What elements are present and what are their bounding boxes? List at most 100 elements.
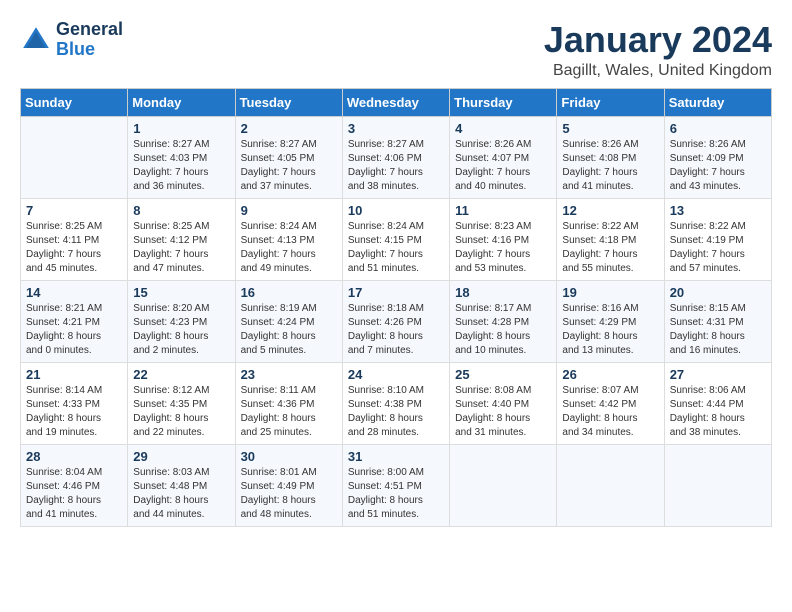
day-number: 22 [133, 367, 229, 382]
calendar-cell [21, 116, 128, 198]
day-number: 14 [26, 285, 122, 300]
calendar-title: January 2024 [544, 20, 772, 60]
day-info: Sunrise: 8:11 AM Sunset: 4:36 PM Dayligh… [241, 384, 337, 440]
calendar-cell: 5 Sunrise: 8:26 AM Sunset: 4:08 PM Daylig… [557, 116, 664, 198]
calendar-cell: 18 Sunrise: 8:17 AM Sunset: 4:28 PM Dayli… [450, 280, 557, 362]
day-info: Sunrise: 8:24 AM Sunset: 4:13 PM Dayligh… [241, 220, 337, 276]
day-number: 2 [241, 121, 337, 136]
day-number: 6 [670, 121, 766, 136]
calendar-cell: 25 Sunrise: 8:08 AM Sunset: 4:40 PM Dayli… [450, 362, 557, 444]
calendar-cell: 15Sunrise: 8:20 AM Sunset: 4:23 PM Dayli… [128, 280, 235, 362]
calendar-cell: 31Sunrise: 8:00 AM Sunset: 4:51 PM Dayli… [342, 444, 449, 526]
title-block: January 2024 Bagillt, Wales, United King… [544, 20, 772, 80]
calendar-week-3: 14 Sunrise: 8:21 AM Sunset: 4:21 PM Dayli… [21, 280, 772, 362]
day-number: 5 [562, 121, 658, 136]
day-number: 30 [241, 449, 337, 464]
calendar-cell: 26 Sunrise: 8:07 AM Sunset: 4:42 PM Dayli… [557, 362, 664, 444]
day-info: Sunrise: 8:10 AM Sunset: 4:38 PM Dayligh… [348, 384, 444, 440]
header-day-friday: Friday [557, 88, 664, 116]
day-info: Sunrise: 8:03 AM Sunset: 4:48 PM Dayligh… [133, 466, 229, 522]
calendar-body: 1Sunrise: 8:27 AM Sunset: 4:03 PM Daylig… [21, 116, 772, 526]
logo-line2: Blue [56, 40, 123, 60]
calendar-cell: 10 Sunrise: 8:24 AM Sunset: 4:15 PM Dayli… [342, 198, 449, 280]
calendar-cell: 12 Sunrise: 8:22 AM Sunset: 4:18 PM Dayli… [557, 198, 664, 280]
day-info: Sunrise: 8:07 AM Sunset: 4:42 PM Dayligh… [562, 384, 658, 440]
day-info: Sunrise: 8:18 AM Sunset: 4:26 PM Dayligh… [348, 302, 444, 358]
day-info: Sunrise: 8:08 AM Sunset: 4:40 PM Dayligh… [455, 384, 551, 440]
day-info: Sunrise: 8:25 AM Sunset: 4:12 PM Dayligh… [133, 220, 229, 276]
day-info: Sunrise: 8:26 AM Sunset: 4:09 PM Dayligh… [670, 138, 766, 194]
day-number: 24 [348, 367, 444, 382]
day-number: 7 [26, 203, 122, 218]
calendar-week-2: 7 Sunrise: 8:25 AM Sunset: 4:11 PM Daylig… [21, 198, 772, 280]
day-info: Sunrise: 8:22 AM Sunset: 4:18 PM Dayligh… [562, 220, 658, 276]
day-info: Sunrise: 8:04 AM Sunset: 4:46 PM Dayligh… [26, 466, 122, 522]
header-day-thursday: Thursday [450, 88, 557, 116]
logo-icon [20, 24, 52, 56]
calendar-cell: 8 Sunrise: 8:25 AM Sunset: 4:12 PM Daylig… [128, 198, 235, 280]
day-number: 3 [348, 121, 444, 136]
calendar-cell [450, 444, 557, 526]
calendar-cell: 13 Sunrise: 8:22 AM Sunset: 4:19 PM Dayli… [664, 198, 771, 280]
header-row: SundayMondayTuesdayWednesdayThursdayFrid… [21, 88, 772, 116]
calendar-week-1: 1Sunrise: 8:27 AM Sunset: 4:03 PM Daylig… [21, 116, 772, 198]
day-number: 20 [670, 285, 766, 300]
day-info: Sunrise: 8:23 AM Sunset: 4:16 PM Dayligh… [455, 220, 551, 276]
header-day-saturday: Saturday [664, 88, 771, 116]
day-info: Sunrise: 8:16 AM Sunset: 4:29 PM Dayligh… [562, 302, 658, 358]
header-day-sunday: Sunday [21, 88, 128, 116]
calendar-week-5: 28Sunrise: 8:04 AM Sunset: 4:46 PM Dayli… [21, 444, 772, 526]
calendar-cell: 2 Sunrise: 8:27 AM Sunset: 4:05 PM Daylig… [235, 116, 342, 198]
day-info: Sunrise: 8:00 AM Sunset: 4:51 PM Dayligh… [348, 466, 444, 522]
day-info: Sunrise: 8:19 AM Sunset: 4:24 PM Dayligh… [241, 302, 337, 358]
calendar-cell: 17 Sunrise: 8:18 AM Sunset: 4:26 PM Dayli… [342, 280, 449, 362]
day-info: Sunrise: 8:26 AM Sunset: 4:07 PM Dayligh… [455, 138, 551, 194]
day-number: 23 [241, 367, 337, 382]
calendar-cell [664, 444, 771, 526]
calendar-cell: 19 Sunrise: 8:16 AM Sunset: 4:29 PM Dayli… [557, 280, 664, 362]
day-number: 29 [133, 449, 229, 464]
header-day-tuesday: Tuesday [235, 88, 342, 116]
calendar-week-4: 21 Sunrise: 8:14 AM Sunset: 4:33 PM Dayli… [21, 362, 772, 444]
day-info: Sunrise: 8:14 AM Sunset: 4:33 PM Dayligh… [26, 384, 122, 440]
day-info: Sunrise: 8:26 AM Sunset: 4:08 PM Dayligh… [562, 138, 658, 194]
day-info: Sunrise: 8:21 AM Sunset: 4:21 PM Dayligh… [26, 302, 122, 358]
calendar-cell: 21 Sunrise: 8:14 AM Sunset: 4:33 PM Dayli… [21, 362, 128, 444]
day-number: 13 [670, 203, 766, 218]
day-info: Sunrise: 8:06 AM Sunset: 4:44 PM Dayligh… [670, 384, 766, 440]
calendar-subtitle: Bagillt, Wales, United Kingdom [544, 62, 772, 80]
day-number: 25 [455, 367, 551, 382]
calendar-table: SundayMondayTuesdayWednesdayThursdayFrid… [20, 88, 772, 527]
calendar-header: SundayMondayTuesdayWednesdayThursdayFrid… [21, 88, 772, 116]
calendar-cell: 1Sunrise: 8:27 AM Sunset: 4:03 PM Daylig… [128, 116, 235, 198]
page-header: General Blue January 2024 Bagillt, Wales… [20, 20, 772, 80]
day-number: 18 [455, 285, 551, 300]
day-number: 17 [348, 285, 444, 300]
day-number: 8 [133, 203, 229, 218]
header-day-monday: Monday [128, 88, 235, 116]
day-number: 12 [562, 203, 658, 218]
day-number: 21 [26, 367, 122, 382]
day-number: 10 [348, 203, 444, 218]
calendar-cell: 30Sunrise: 8:01 AM Sunset: 4:49 PM Dayli… [235, 444, 342, 526]
day-info: Sunrise: 8:27 AM Sunset: 4:06 PM Dayligh… [348, 138, 444, 194]
day-number: 11 [455, 203, 551, 218]
calendar-cell: 16 Sunrise: 8:19 AM Sunset: 4:24 PM Dayli… [235, 280, 342, 362]
day-info: Sunrise: 8:27 AM Sunset: 4:05 PM Dayligh… [241, 138, 337, 194]
day-info: Sunrise: 8:12 AM Sunset: 4:35 PM Dayligh… [133, 384, 229, 440]
calendar-cell: 24 Sunrise: 8:10 AM Sunset: 4:38 PM Dayli… [342, 362, 449, 444]
day-number: 1 [133, 121, 229, 136]
day-info: Sunrise: 8:17 AM Sunset: 4:28 PM Dayligh… [455, 302, 551, 358]
day-info: Sunrise: 8:20 AM Sunset: 4:23 PM Dayligh… [133, 302, 229, 358]
calendar-cell: 14 Sunrise: 8:21 AM Sunset: 4:21 PM Dayli… [21, 280, 128, 362]
calendar-cell: 29 Sunrise: 8:03 AM Sunset: 4:48 PM Dayli… [128, 444, 235, 526]
day-number: 26 [562, 367, 658, 382]
day-info: Sunrise: 8:25 AM Sunset: 4:11 PM Dayligh… [26, 220, 122, 276]
day-number: 19 [562, 285, 658, 300]
day-number: 16 [241, 285, 337, 300]
header-day-wednesday: Wednesday [342, 88, 449, 116]
calendar-cell: 28Sunrise: 8:04 AM Sunset: 4:46 PM Dayli… [21, 444, 128, 526]
calendar-cell: 7 Sunrise: 8:25 AM Sunset: 4:11 PM Daylig… [21, 198, 128, 280]
day-info: Sunrise: 8:24 AM Sunset: 4:15 PM Dayligh… [348, 220, 444, 276]
day-info: Sunrise: 8:22 AM Sunset: 4:19 PM Dayligh… [670, 220, 766, 276]
